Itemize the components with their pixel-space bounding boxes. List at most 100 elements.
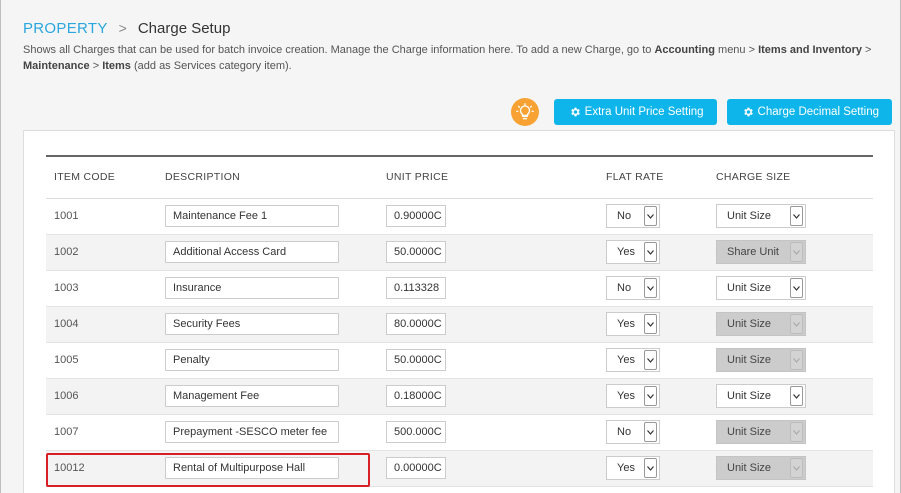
chevron-down-icon[interactable] <box>644 458 657 478</box>
flat-rate-select[interactable]: Yes <box>606 312 660 336</box>
charge-size-value: Unit Size <box>727 318 772 330</box>
description-text: Shows all Charges that can be used for b… <box>23 44 655 56</box>
charge-decimal-label: Charge Decimal Setting <box>757 105 879 118</box>
chevron-down-icon[interactable] <box>644 422 657 442</box>
unit-price-input[interactable]: 500.000C <box>386 421 446 443</box>
description-items: Items <box>102 60 131 72</box>
charge-size-select[interactable]: Unit Size <box>716 384 806 408</box>
unit-price-cell: 0.90000C <box>378 198 598 235</box>
charge-size-cell: Unit Size <box>708 198 873 235</box>
description-input[interactable]: Penalty <box>165 349 339 371</box>
charge-size-select[interactable]: Unit Size <box>716 204 806 228</box>
description-text: > <box>89 60 103 72</box>
flat-rate-cell: Yes <box>598 378 708 415</box>
description-input[interactable]: Insurance <box>165 277 339 299</box>
charge-size-value: Unit Size <box>727 282 772 294</box>
flat-rate-select[interactable]: No <box>606 276 660 300</box>
description-cell: Maintenance Fee 1 <box>157 198 378 235</box>
description-accounting: Accounting <box>654 44 715 56</box>
chevron-down-icon[interactable] <box>644 314 657 334</box>
description-cell: Prepayment -SESCO meter fee <box>157 414 378 451</box>
flat-rate-select[interactable]: Yes <box>606 384 660 408</box>
flat-rate-select[interactable]: Yes <box>606 456 660 480</box>
charge-size-cell: Unit Size <box>708 414 873 451</box>
chevron-down-icon <box>790 458 803 478</box>
unit-price-input[interactable]: 0.18000C <box>386 385 446 407</box>
unit-price-input[interactable]: 50.0000C <box>386 241 446 263</box>
charge-size-select[interactable]: Unit Size <box>716 276 806 300</box>
description-input[interactable]: Prepayment -SESCO meter fee <box>165 421 339 443</box>
description-input[interactable]: Maintenance Fee 1 <box>165 205 339 227</box>
flat-rate-cell: Yes <box>598 342 708 379</box>
charge-decimal-setting-button[interactable]: Charge Decimal Setting <box>726 98 892 125</box>
charge-size-cell: Unit Size <box>708 450 873 487</box>
item-code: 1006 <box>54 390 79 402</box>
description-items-inventory: Items and Inventory <box>758 44 862 56</box>
unit-price-cell: 80.0000C <box>378 306 598 343</box>
description-cell: Additional Access Card <box>157 234 378 271</box>
chevron-down-icon[interactable] <box>644 350 657 370</box>
charge-size-cell: Unit Size <box>708 270 873 307</box>
extra-unit-price-label: Extra Unit Price Setting <box>584 105 704 118</box>
charge-size-select: Unit Size <box>716 420 806 444</box>
charge-size-cell: Unit Size <box>708 342 873 379</box>
charge-size-cell: Share Unit <box>708 234 873 271</box>
charges-table: ITEM CODE DESCRIPTION UNIT PRICE FLAT RA… <box>46 155 873 487</box>
description-cell: Management Fee <box>157 378 378 415</box>
header-item-code: ITEM CODE <box>46 156 157 199</box>
unit-price-input[interactable]: 80.0000C <box>386 313 446 335</box>
header-description: DESCRIPTION <box>157 156 378 199</box>
description-text: > <box>862 44 872 56</box>
flat-rate-select[interactable]: No <box>606 204 660 228</box>
chevron-down-icon[interactable] <box>644 386 657 406</box>
table-header-row: ITEM CODE DESCRIPTION UNIT PRICE FLAT RA… <box>46 156 873 199</box>
flat-rate-select[interactable]: Yes <box>606 348 660 372</box>
flat-rate-value: Yes <box>617 354 635 366</box>
lightbulb-icon[interactable] <box>510 97 539 126</box>
chevron-down-icon[interactable] <box>790 386 803 406</box>
chevron-down-icon <box>790 242 803 262</box>
unit-price-cell: 0.18000C <box>378 378 598 415</box>
charge-size-value: Unit Size <box>727 354 772 366</box>
unit-price-input[interactable]: 0.00000C <box>386 457 446 479</box>
item-code: 1001 <box>54 210 79 222</box>
flat-rate-cell: Yes <box>598 234 708 271</box>
description-input[interactable]: Additional Access Card <box>165 241 339 263</box>
unit-price-input[interactable]: 50.0000C <box>386 349 446 371</box>
description-maintenance: Maintenance <box>23 60 90 72</box>
unit-price-cell: 500.000C <box>378 414 598 451</box>
item-code: 1005 <box>54 354 79 366</box>
flat-rate-cell: Yes <box>598 306 708 343</box>
flat-rate-select[interactable]: Yes <box>606 240 660 264</box>
description-input[interactable]: Security Fees <box>165 313 339 335</box>
charge-size-select: Unit Size <box>716 312 806 336</box>
page-header: PROPERTY > Charge Setup Shows all Charge… <box>23 18 880 74</box>
gear-icon <box>570 107 580 116</box>
chevron-down-icon[interactable] <box>644 206 657 226</box>
item-code-cell: 1005 <box>46 342 157 379</box>
unit-price-cell: 0.113328 <box>378 270 598 307</box>
unit-price-input[interactable]: 0.90000C <box>386 205 446 227</box>
charges-panel: ITEM CODE DESCRIPTION UNIT PRICE FLAT RA… <box>23 130 895 493</box>
charge-size-value: Share Unit <box>727 246 779 258</box>
table-row: 1001 Maintenance Fee 1 0.90000C No Unit Size <box>46 198 873 235</box>
unit-price-cell: 0.00000C <box>378 450 598 487</box>
chevron-down-icon[interactable] <box>790 206 803 226</box>
unit-price-input[interactable]: 0.113328 <box>386 277 446 299</box>
description-cell: Penalty <box>157 342 378 379</box>
header-flat-rate: FLAT RATE <box>598 156 708 199</box>
description-input[interactable]: Management Fee <box>165 385 339 407</box>
flat-rate-cell: No <box>598 198 708 235</box>
breadcrumb-property-link[interactable]: PROPERTY <box>23 20 108 37</box>
charge-size-select: Unit Size <box>716 456 806 480</box>
item-code: 1007 <box>54 426 79 438</box>
chevron-down-icon <box>790 422 803 442</box>
extra-unit-price-setting-button[interactable]: Extra Unit Price Setting <box>553 98 717 125</box>
chevron-down-icon[interactable] <box>790 278 803 298</box>
description-text: (add as Services category item). <box>130 60 292 72</box>
chevron-down-icon[interactable] <box>644 278 657 298</box>
flat-rate-value: Yes <box>617 462 635 474</box>
flat-rate-cell: No <box>598 270 708 307</box>
chevron-down-icon[interactable] <box>644 242 657 262</box>
flat-rate-select[interactable]: No <box>606 420 660 444</box>
